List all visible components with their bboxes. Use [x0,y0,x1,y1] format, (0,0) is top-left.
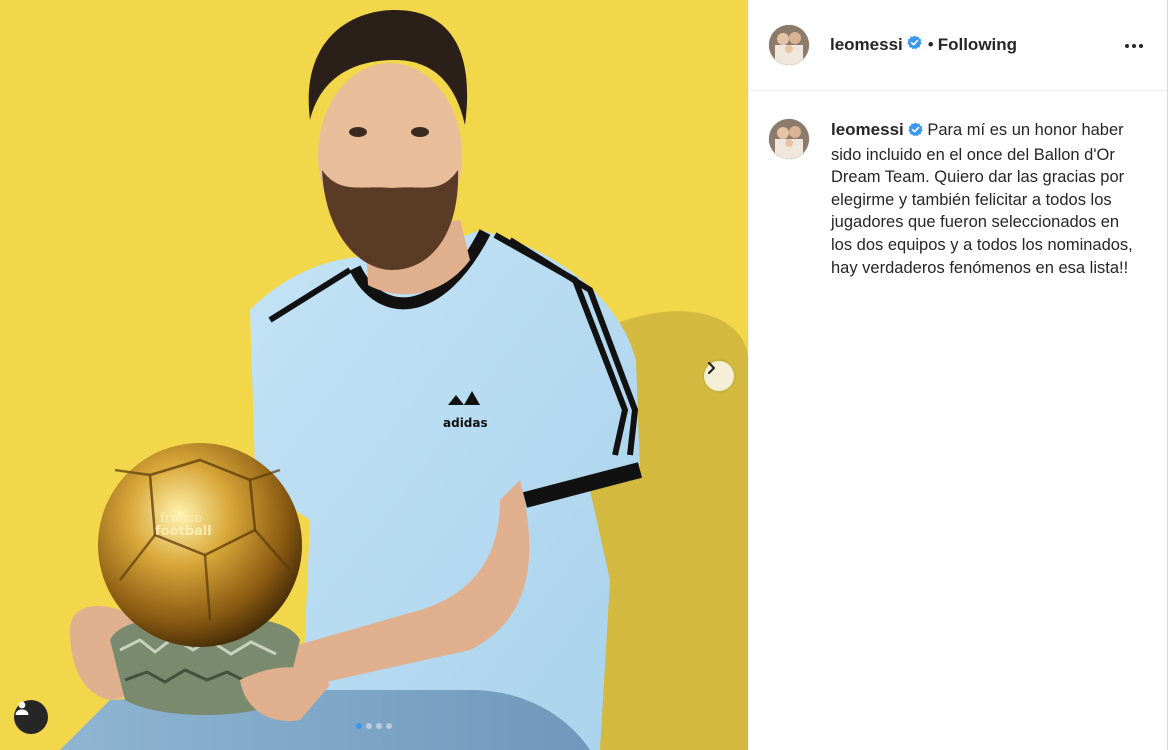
shirt-brand-text: adidas [443,416,488,430]
carousel-dot [376,723,382,729]
post-photo: adidas france football [0,0,748,750]
verified-badge-icon [907,35,922,55]
trophy-text-2: football [155,524,212,539]
chevron-right-icon [707,361,716,375]
tagged-users-button[interactable] [14,700,48,734]
next-slide-button[interactable] [704,361,734,391]
caption-timestamp: · ·· [831,287,1167,293]
avatar[interactable] [769,25,809,65]
author-username[interactable]: leomessi [830,35,903,55]
more-options-icon [1125,44,1143,48]
post-sidebar: leomessi • Following leomessi Para mí es… [748,0,1167,750]
instagram-post: adidas france football leomessi • Follow… [0,0,1168,750]
caption-username[interactable]: leomessi [831,120,904,139]
carousel-dot-active [356,723,362,729]
post-header: leomessi • Following [749,0,1167,91]
user-tag-icon [15,701,29,715]
more-options-button[interactable] [1123,36,1145,56]
carousel-indicator [356,723,392,729]
verified-badge-icon [908,121,923,144]
avatar-image [769,119,809,159]
header-separator: • [927,35,934,54]
following-button[interactable]: Following [938,35,1017,55]
avatar-image [769,25,809,65]
avatar[interactable] [769,119,809,159]
caption-content: Para mí es un honor haber sido incluido … [831,121,1133,277]
post-media[interactable]: adidas france football [0,0,748,750]
carousel-dot [366,723,372,729]
carousel-dot [386,723,392,729]
caption-block: leomessi Para mí es un honor haber sido … [749,91,1167,279]
caption-text: leomessi Para mí es un honor haber sido … [831,119,1141,279]
